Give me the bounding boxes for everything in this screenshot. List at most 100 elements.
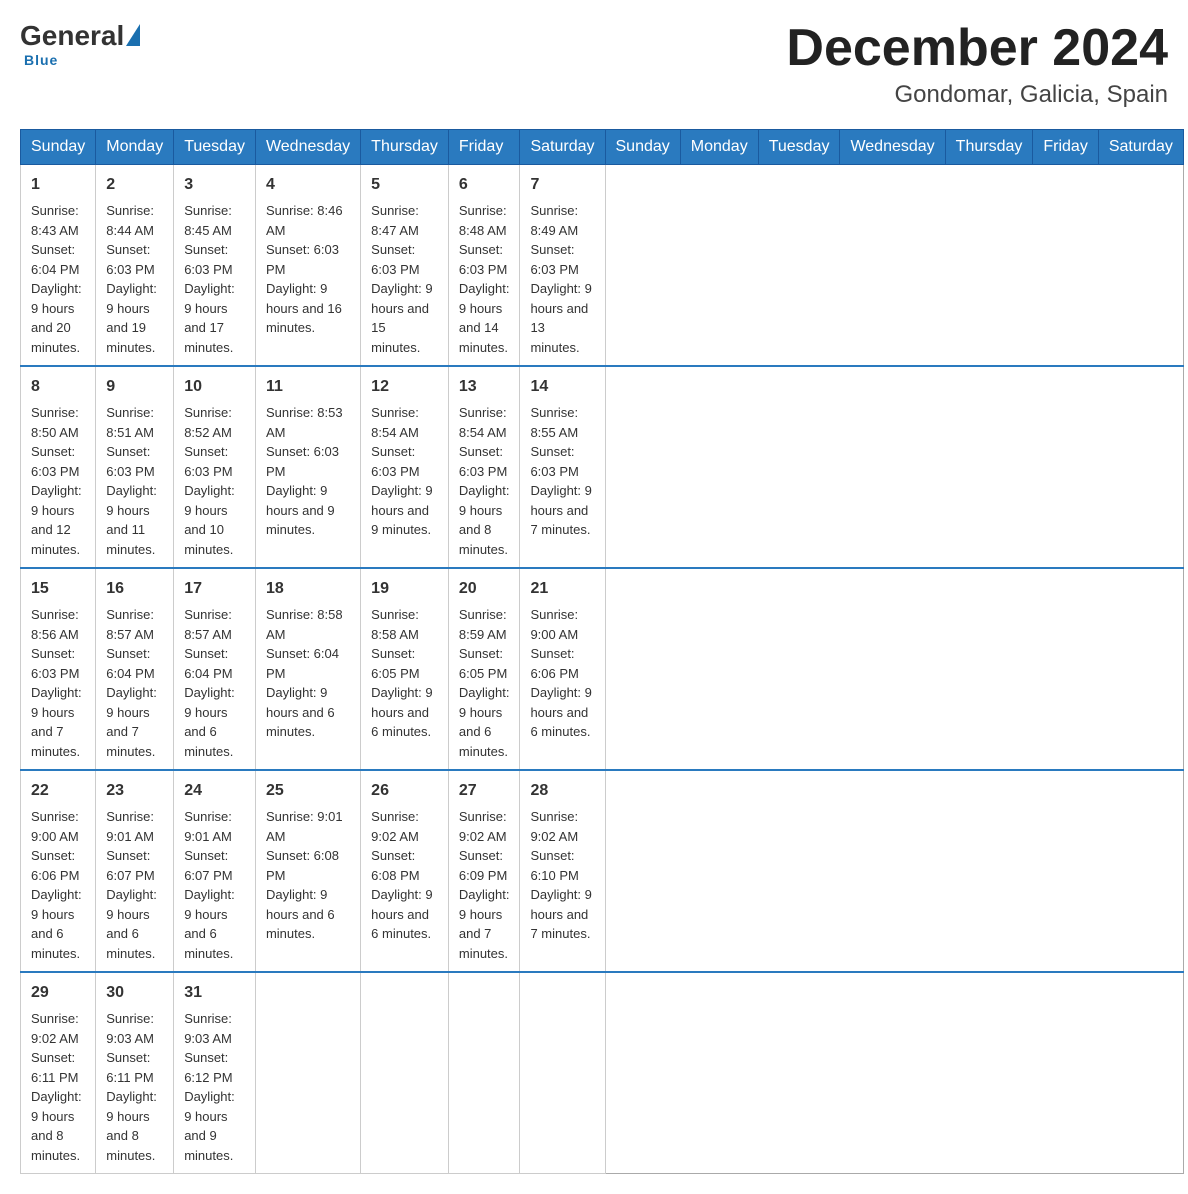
day-number: 21 xyxy=(530,577,594,601)
daylight-text: Daylight: 9 hours and 6 minutes. xyxy=(266,685,335,739)
calendar-cell: 22Sunrise: 9:00 AMSunset: 6:06 PMDayligh… xyxy=(21,770,96,972)
sunrise-text: Sunrise: 8:48 AM xyxy=(459,203,507,238)
daylight-text: Daylight: 9 hours and 17 minutes. xyxy=(184,281,235,355)
sunrise-text: Sunrise: 8:56 AM xyxy=(31,607,79,642)
week-row-3: 15Sunrise: 8:56 AMSunset: 6:03 PMDayligh… xyxy=(21,568,1184,770)
calendar-cell: 19Sunrise: 8:58 AMSunset: 6:05 PMDayligh… xyxy=(361,568,449,770)
sunset-text: Sunset: 6:07 PM xyxy=(184,848,232,883)
day-header-saturday: Saturday xyxy=(520,130,605,165)
calendar-cell xyxy=(520,972,605,1174)
day-number: 27 xyxy=(459,779,510,803)
sunrise-text: Sunrise: 8:44 AM xyxy=(106,203,154,238)
sunset-text: Sunset: 6:06 PM xyxy=(530,646,578,681)
day-number: 10 xyxy=(184,375,245,399)
day-number: 30 xyxy=(106,981,163,1005)
calendar-cell: 24 Sunrise: 9:01 AM Sunset: 6:07 PM Dayligh… xyxy=(174,770,256,972)
day-number: 3 xyxy=(184,173,245,197)
sunrise-text: Sunrise: 8:54 AM xyxy=(459,405,507,440)
day-number: 25 xyxy=(266,779,350,803)
daylight-text: Daylight: 9 hours and 10 minutes. xyxy=(184,483,235,557)
sunrise-text: Sunrise: 9:03 AM xyxy=(106,1011,154,1046)
daylight-text: Daylight: 9 hours and 14 minutes. xyxy=(459,281,510,355)
day-header-sunday: Sunday xyxy=(605,130,680,165)
calendar-cell: 2Sunrise: 8:44 AMSunset: 6:03 PMDaylight… xyxy=(96,165,174,367)
calendar-cell: 12Sunrise: 8:54 AMSunset: 6:03 PMDayligh… xyxy=(361,366,449,568)
sunrise-text: Sunrise: 8:53 AM xyxy=(266,405,343,440)
daylight-text: Daylight: 9 hours and 6 minutes. xyxy=(31,887,82,961)
sunset-text: Sunset: 6:03 PM xyxy=(266,444,339,479)
calendar-cell: 9Sunrise: 8:51 AMSunset: 6:03 PMDaylight… xyxy=(96,366,174,568)
daylight-text: Daylight: 9 hours and 6 minutes. xyxy=(184,887,235,961)
sunset-text: Sunset: 6:04 PM xyxy=(184,646,232,681)
day-number: 16 xyxy=(106,577,163,601)
week-row-1: 1Sunrise: 8:43 AMSunset: 6:04 PMDaylight… xyxy=(21,165,1184,367)
sunset-text: Sunset: 6:09 PM xyxy=(459,848,507,883)
calendar-cell: 29Sunrise: 9:02 AMSunset: 6:11 PMDayligh… xyxy=(21,972,96,1174)
sunset-text: Sunset: 6:03 PM xyxy=(106,444,154,479)
calendar-cell: 1Sunrise: 8:43 AMSunset: 6:04 PMDaylight… xyxy=(21,165,96,367)
day-header-friday: Friday xyxy=(1033,130,1098,165)
daylight-text: Daylight: 9 hours and 20 minutes. xyxy=(31,281,82,355)
calendar-cell: 4Sunrise: 8:46 AMSunset: 6:03 PMDaylight… xyxy=(255,165,360,367)
day-number: 24 xyxy=(184,779,245,803)
sunset-text: Sunset: 6:03 PM xyxy=(266,242,339,277)
daylight-text: Daylight: 9 hours and 8 minutes. xyxy=(31,1089,82,1163)
sunset-text: Sunset: 6:03 PM xyxy=(530,242,578,277)
calendar-cell xyxy=(448,972,520,1174)
daylight-text: Daylight: 9 hours and 6 minutes. xyxy=(459,685,510,759)
calendar-table: SundayMondayTuesdayWednesdayThursdayFrid… xyxy=(20,129,1184,1174)
calendar-cell: 5Sunrise: 8:47 AMSunset: 6:03 PMDaylight… xyxy=(361,165,449,367)
location-title: Gondomar, Galicia, Spain xyxy=(786,81,1168,109)
day-number: 29 xyxy=(31,981,85,1005)
sunrise-text: Sunrise: 9:03 AM xyxy=(184,1011,232,1046)
sunset-text: Sunset: 6:11 PM xyxy=(106,1050,153,1085)
day-number: 26 xyxy=(371,779,438,803)
day-number: 20 xyxy=(459,577,510,601)
sunset-text: Sunset: 6:03 PM xyxy=(31,444,79,479)
daylight-text: Daylight: 9 hours and 15 minutes. xyxy=(371,281,432,355)
day-header-tuesday: Tuesday xyxy=(174,130,256,165)
daylight-text: Daylight: 9 hours and 6 minutes. xyxy=(371,887,432,941)
calendar-cell: 11Sunrise: 8:53 AMSunset: 6:03 PMDayligh… xyxy=(255,366,360,568)
title-block: December 2024 Gondomar, Galicia, Spain xyxy=(786,20,1168,109)
calendar-cell: 28Sunrise: 9:02 AMSunset: 6:10 PMDayligh… xyxy=(520,770,605,972)
sunrise-text: Sunrise: 9:01 AM xyxy=(184,809,232,844)
day-number: 14 xyxy=(530,375,594,399)
daylight-text: Daylight: 9 hours and 16 minutes. xyxy=(266,281,342,335)
calendar-cell: 16Sunrise: 8:57 AMSunset: 6:04 PMDayligh… xyxy=(96,568,174,770)
daylight-text: Daylight: 9 hours and 7 minutes. xyxy=(106,685,157,759)
day-number: 31 xyxy=(184,981,245,1005)
sunset-text: Sunset: 6:08 PM xyxy=(371,848,419,883)
sunrise-text: Sunrise: 8:58 AM xyxy=(266,607,343,642)
month-title: December 2024 xyxy=(786,20,1168,77)
sunrise-text: Sunrise: 9:02 AM xyxy=(31,1011,79,1046)
daylight-text: Daylight: 9 hours and 8 minutes. xyxy=(106,1089,157,1163)
sunrise-text: Sunrise: 9:02 AM xyxy=(371,809,419,844)
day-number: 11 xyxy=(266,375,350,399)
week-row-5: 29 Sunrise: 9:02 AM Sunset: 6:11 PM Dayligh… xyxy=(21,972,1184,1174)
sunset-text: Sunset: 6:12 PM xyxy=(184,1050,232,1085)
day-number: 2 xyxy=(106,173,163,197)
sunrise-text: Sunrise: 8:51 AM xyxy=(106,405,154,440)
day-number: 19 xyxy=(371,577,438,601)
sunrise-text: Sunrise: 8:52 AM xyxy=(184,405,232,440)
calendar-cell: 26 Sunrise: 9:02 AM Sunset: 6:08 PM Dayligh… xyxy=(361,770,449,972)
calendar-cell: 25Sunrise: 9:01 AMSunset: 6:08 PMDayligh… xyxy=(255,770,360,972)
calendar-cell: 31Sunrise: 9:03 AMSunset: 6:12 PMDayligh… xyxy=(174,972,256,1174)
day-number: 15 xyxy=(31,577,85,601)
daylight-text: Daylight: 9 hours and 6 minutes. xyxy=(266,887,335,941)
day-header-thursday: Thursday xyxy=(361,130,449,165)
sunrise-text: Sunrise: 8:59 AM xyxy=(459,607,507,642)
sunrise-text: Sunrise: 9:00 AM xyxy=(530,607,578,642)
daylight-text: Daylight: 9 hours and 13 minutes. xyxy=(530,281,591,355)
sunrise-text: Sunrise: 8:49 AM xyxy=(530,203,578,238)
sunrise-text: Sunrise: 8:54 AM xyxy=(371,405,419,440)
sunset-text: Sunset: 6:03 PM xyxy=(530,444,578,479)
day-header-wednesday: Wednesday xyxy=(840,130,945,165)
sunrise-text: Sunrise: 9:01 AM xyxy=(266,809,343,844)
day-header-tuesday: Tuesday xyxy=(758,130,840,165)
sunset-text: Sunset: 6:04 PM xyxy=(31,242,79,277)
calendar-cell: 10 Sunrise: 8:52 AM Sunset: 6:03 PM Dayligh… xyxy=(174,366,256,568)
sunset-text: Sunset: 6:03 PM xyxy=(184,444,232,479)
calendar-cell: 20Sunrise: 8:59 AMSunset: 6:05 PMDayligh… xyxy=(448,568,520,770)
